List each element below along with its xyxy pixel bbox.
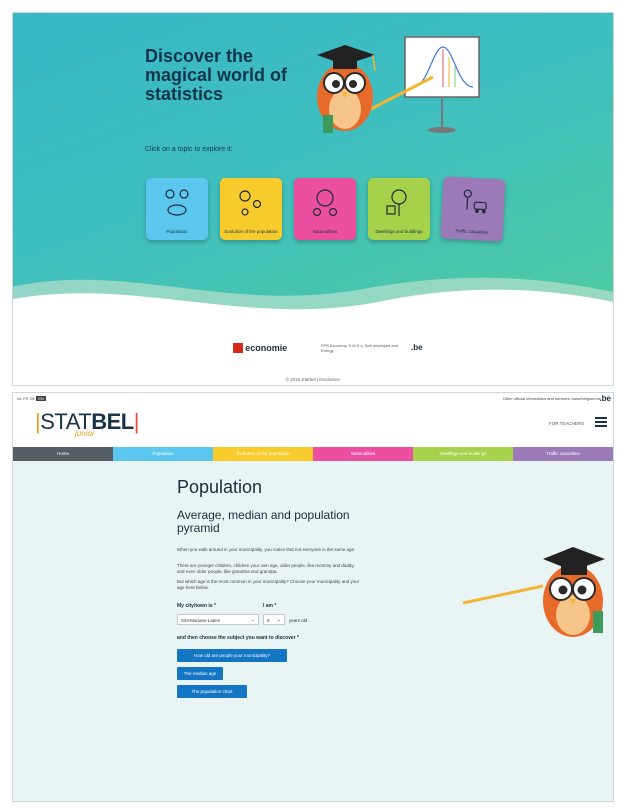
median-age-button[interactable]: The median age [177,667,223,680]
lang-de[interactable]: DE [30,396,36,401]
globe-icon [312,189,338,217]
official-info-link[interactable]: Other official information and services:… [503,396,601,401]
years-old-text: years old [289,618,308,623]
population-chart-button[interactable]: The population chart [177,685,247,698]
topic-tile-nationalities[interactable]: Nationalities [294,178,356,240]
for-teachers-link[interactable]: FOR TEACHERS [549,421,584,426]
nav-dwellings[interactable]: Dwellings and buildings [413,447,513,461]
page-title: Population [177,477,263,497]
nav-traffic[interactable]: Traffic casualties [513,447,613,461]
topic-tile-label: Traffic casualties [454,228,489,235]
city-select[interactable]: Sint-Marians-Latem ⌄ [177,614,259,625]
explore-page-screenshot: Discover the magical world of statistics… [12,12,614,386]
family-icon [165,189,189,216]
main-nav: Home Population Evolution of the populat… [13,447,613,461]
car-person-icon [463,189,487,214]
economie-logo-text: economie [245,343,288,353]
age-select-value: 8 [267,618,270,623]
how-old-button[interactable]: How old are people your municipality? [177,649,287,662]
lang-fr[interactable]: FR [23,396,28,401]
language-switcher: NL FR DE EN [17,396,46,401]
topic-tile-label: Nationalities [312,229,338,234]
chevron-down-icon: ⌄ [250,617,255,623]
intro-paragraph-2: There are younger children, children you… [177,563,355,574]
lang-nl[interactable]: NL [17,396,22,401]
population-page-screenshot: NL FR DE EN Other official information a… [12,392,614,802]
topic-tile-traffic[interactable]: Traffic casualties [440,176,506,242]
economie-logo[interactable]: economie [233,343,287,353]
hero-title: Discover the magical world of statistics [145,46,288,104]
hamburger-menu-icon[interactable] [595,417,607,427]
logo-bel-text: BEL [91,409,134,434]
city-select-value: Sint-Marians-Latem [181,618,221,623]
city-label: My city/town is * [177,603,216,609]
age-select[interactable]: 8 ⌄ [263,614,285,625]
be-logo-top[interactable]: .be [599,394,611,403]
topic-tile-population[interactable]: Population [146,178,208,240]
economie-logo-mark [233,343,243,353]
owl-professor-illustration [317,36,480,133]
nav-evolution[interactable]: Evolution of the population [213,447,313,461]
main-content: Population Average, median and populatio… [13,461,613,801]
lang-en[interactable]: EN [36,396,46,401]
topic-tile-label: Dwellings and buildings [375,229,423,234]
intro-paragraph-1: When you walk around in your municipalit… [177,547,356,552]
topic-tile-label: Population [166,229,188,234]
topic-tile-label: Evolution of the population [224,229,278,234]
logo-bars-icon-right: | [133,409,140,434]
fps-economy-text: FPS Economy, S.M.E.s, Self-employed and … [321,343,399,353]
page-subtitle: Average, median and population pyramid [177,508,350,535]
site-header: |STATBEL| junior FOR TEACHERS [13,405,613,439]
topic-tile-evolution[interactable]: Evolution of the population [220,178,282,240]
tree-house-icon [386,189,407,216]
growing-people-icon [239,190,262,216]
nav-nationalities[interactable]: Nationalities [313,447,413,461]
copyright-disclaimer: © 2016 Statbel | Disclaimer [285,377,341,382]
choose-subject-label: and then choose the subject you want to … [177,635,299,641]
nav-home[interactable]: Home [13,447,113,461]
age-label: I am * [263,603,277,609]
owl-pointer-illustration [462,547,605,637]
intro-paragraph-3: But which age is the most common in your… [177,579,360,590]
chevron-down-icon: ⌄ [276,617,281,623]
topic-tile-dwellings[interactable]: Dwellings and buildings [368,178,430,240]
topic-instruction: Click on a topic to explore it: [145,146,233,153]
nav-population[interactable]: Population [113,447,213,461]
hero-wave [13,277,613,329]
be-logo[interactable]: .be [411,343,423,352]
logo-junior-text: junior [75,429,95,438]
